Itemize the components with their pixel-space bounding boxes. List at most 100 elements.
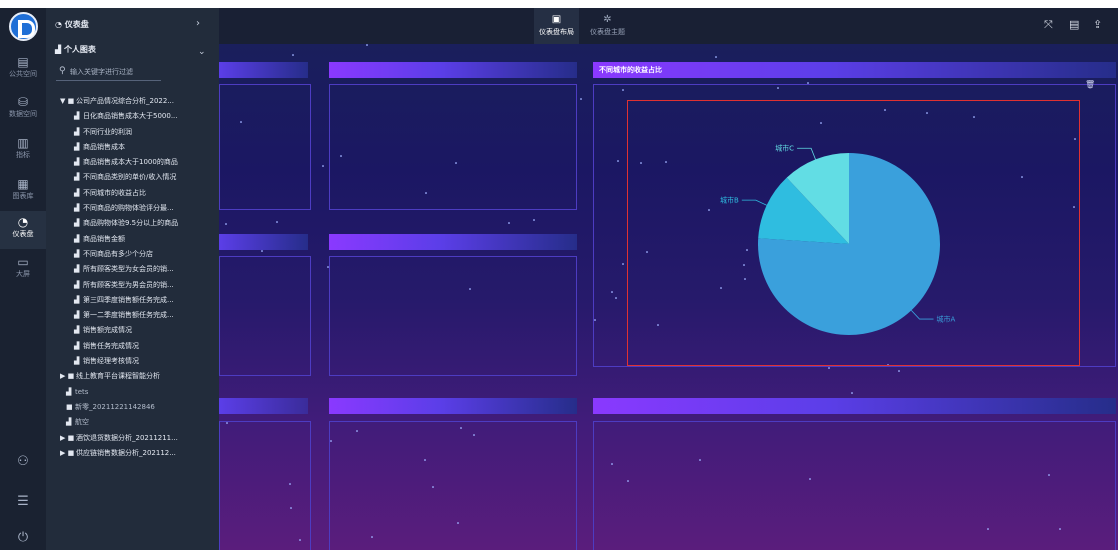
tree-folder-item[interactable]: ▶ ■ 供应链销售数据分析_202112... — [46, 446, 219, 461]
tree-item-label: 不同商品的购物体验评分最... — [83, 204, 174, 213]
widget-panel[interactable] — [219, 256, 311, 376]
tree-chart-item[interactable]: ▟ 航空 — [46, 415, 219, 430]
widget-panel[interactable] — [593, 421, 1116, 550]
widget-panel[interactable] — [329, 421, 577, 550]
tree-item-label: 不同行业的利润 — [83, 127, 132, 136]
tree-folder-item[interactable]: ▼ ■ 公司产品情况综合分析_2022... — [46, 94, 219, 109]
tree-item-label: 不同商品有多少个分店 — [83, 249, 153, 258]
gauge-icon: ◔ — [17, 215, 29, 229]
bar-chart-icon: ▥ — [17, 136, 29, 150]
rail-item-metrics[interactable]: ▥ 指标 — [0, 132, 46, 170]
rail-item-data-space[interactable]: ⛁ 数据空间 — [0, 91, 46, 129]
widget-header-bar — [329, 398, 577, 414]
tree-chart-item[interactable]: ▟ 不同城市的收益占比 — [46, 186, 219, 201]
widget-panel[interactable] — [219, 421, 311, 550]
chart-icon: ▟ — [74, 204, 80, 213]
settings-sliders-icon[interactable]: ☰ — [0, 494, 46, 509]
power-icon[interactable]: ⏻ — [0, 530, 46, 545]
fullscreen-icon[interactable]: ⤧ — [1044, 18, 1053, 32]
tree-folder-item[interactable]: ▶ ■ 酒饮退货数据分析_20211211... — [46, 431, 219, 446]
pie-slice-label: 城市B — [720, 196, 739, 205]
dashboard-canvas: 不同城市的收益占比 🗑 城市A 城市B 城市C — [219, 44, 1118, 550]
dashboard-layout-label: 仪表盘布局 — [539, 28, 574, 36]
tree-chart-item[interactable]: ▟ 所有顾客类型为男会员的销... — [46, 278, 219, 293]
pie-leader-line — [797, 147, 816, 160]
rail-label: 公共空间 — [9, 70, 37, 78]
widget-header-bar — [219, 398, 308, 414]
tree-chart-item[interactable]: ▟ 商品购物体验9.5分以上的商品 — [46, 216, 219, 231]
app-logo[interactable] — [9, 12, 38, 41]
chart-icon: ▟ — [74, 112, 80, 121]
dashboard-theme-button[interactable]: ✲ 仪表盘主题 — [585, 8, 630, 44]
tree-item-label: 第一二季度销售额任务完成... — [83, 311, 174, 320]
folder-icon: ▶ ■ — [60, 372, 75, 381]
widget-panel[interactable] — [329, 84, 577, 210]
rail-item-big-screen[interactable]: ▭ 大屏 — [0, 251, 46, 289]
folder-icon: ■ — [66, 402, 73, 411]
tree-chart-item[interactable]: ▟ tets — [46, 385, 219, 400]
chart-icon: ▟ — [74, 341, 80, 350]
tree-folder-item[interactable]: ■ 新零_20211221142846 — [46, 400, 219, 415]
tree-chart-item[interactable]: ▟ 销售任务完成情况 — [46, 339, 219, 354]
tree-item-label: 商品销售金额 — [83, 234, 125, 243]
chevron-right-icon[interactable]: › — [196, 18, 200, 29]
user-icon[interactable]: ⚇ — [0, 454, 46, 469]
tree-chart-item[interactable]: ▟ 不同行业的利润 — [46, 125, 219, 140]
chart-icon: ▟ — [74, 234, 80, 243]
tree-item-label: 商品购物体验9.5分以上的商品 — [83, 219, 179, 228]
chart-icon: ▟ — [66, 387, 72, 396]
folder-icon: ▶ ■ — [60, 433, 75, 442]
tree-item-label: 第三四季度销售额任务完成... — [83, 295, 174, 304]
star-dot — [225, 223, 227, 225]
rail-item-chart-library[interactable]: ▦ 图表库 — [0, 173, 46, 211]
tree-chart-item[interactable]: ▟ 所有顾客类型为女会员的销... — [46, 262, 219, 277]
document-icon: ▤ — [17, 55, 29, 69]
tree-item-label: 不同商品类别的单价/收入情况 — [83, 173, 177, 182]
pie-slice-label: 城市A — [937, 315, 956, 324]
tree-item-label: 销售经理考核情况 — [83, 357, 139, 366]
theme-icon: ✲ — [603, 14, 612, 25]
widget-panel[interactable] — [329, 256, 577, 376]
star-dot — [898, 370, 900, 372]
chart-icon: ▟ — [74, 142, 80, 151]
chevron-down-icon[interactable]: ⌄ — [198, 47, 206, 57]
tree-item-label: 销售任务完成情况 — [83, 341, 139, 350]
tree-chart-item[interactable]: ▟ 不同商品类别的单价/收入情况 — [46, 170, 219, 185]
save-icon[interactable]: ▤ — [1069, 18, 1079, 31]
dashboard-layout-button[interactable]: ▣ 仪表盘布局 — [534, 8, 579, 44]
chart-icon: ▟ — [74, 188, 80, 197]
trash-icon[interactable]: 🗑 — [1085, 80, 1095, 89]
tree-chart-item[interactable]: ▟ 第一二季度销售额任务完成... — [46, 308, 219, 323]
tree-chart-item[interactable]: ▟ 商品销售成本大于1000的商品 — [46, 155, 219, 170]
widget-header-bar — [219, 234, 308, 250]
tree-chart-item[interactable]: ▟ 销售额完成情况 — [46, 323, 219, 338]
tree-header-label: 仪表盘 — [64, 20, 89, 29]
tree-chart-item[interactable]: ▟ 不同商品有多少个分店 — [46, 247, 219, 262]
widget-title: 不同城市的收益占比 — [599, 66, 662, 74]
rail-item-dashboard[interactable]: ◔ 仪表盘 — [0, 211, 46, 249]
tree-search-input[interactable] — [70, 65, 160, 79]
widget-panel[interactable] — [219, 84, 311, 210]
tree-chart-item[interactable]: ▟ 第三四季度销售额任务完成... — [46, 293, 219, 308]
widget-header-bar — [329, 234, 577, 250]
star-dot — [533, 219, 535, 221]
rail-item-public-space[interactable]: ▤ 公共空间 — [0, 51, 46, 89]
rail-label: 指标 — [16, 151, 30, 159]
tree-list: ▼ ■ 公司产品情况综合分析_2022... ▟ 日化商品销售成本大于5000... ▟… — [46, 94, 219, 461]
chart-icon: ▟ — [74, 280, 80, 289]
tree-subheader[interactable]: ▟ 个人图表 — [55, 44, 96, 55]
tree-header[interactable]: ◔ 仪表盘 — [55, 19, 89, 30]
chart-icon: ▟ — [74, 173, 80, 182]
pie-leader-line — [911, 310, 934, 320]
tree-folder-item[interactable]: ▶ ■ 线上教育平台课程智能分析 — [46, 369, 219, 384]
tree-chart-item[interactable]: ▟ 不同商品的购物体验评分最... — [46, 201, 219, 216]
tree-chart-item[interactable]: ▟ 销售经理考核情况 — [46, 354, 219, 369]
tree-chart-item[interactable]: ▟ 日化商品销售成本大于5000... — [46, 109, 219, 124]
star-dot — [261, 250, 263, 252]
tree-chart-item[interactable]: ▟ 商品销售成本 — [46, 140, 219, 155]
star-dot — [276, 221, 278, 223]
share-icon[interactable]: ⇪ — [1093, 18, 1102, 31]
tree-chart-item[interactable]: ▟ 商品销售金额 — [46, 232, 219, 247]
widget-header-bar — [593, 398, 1116, 414]
rail-label: 图表库 — [12, 192, 34, 200]
